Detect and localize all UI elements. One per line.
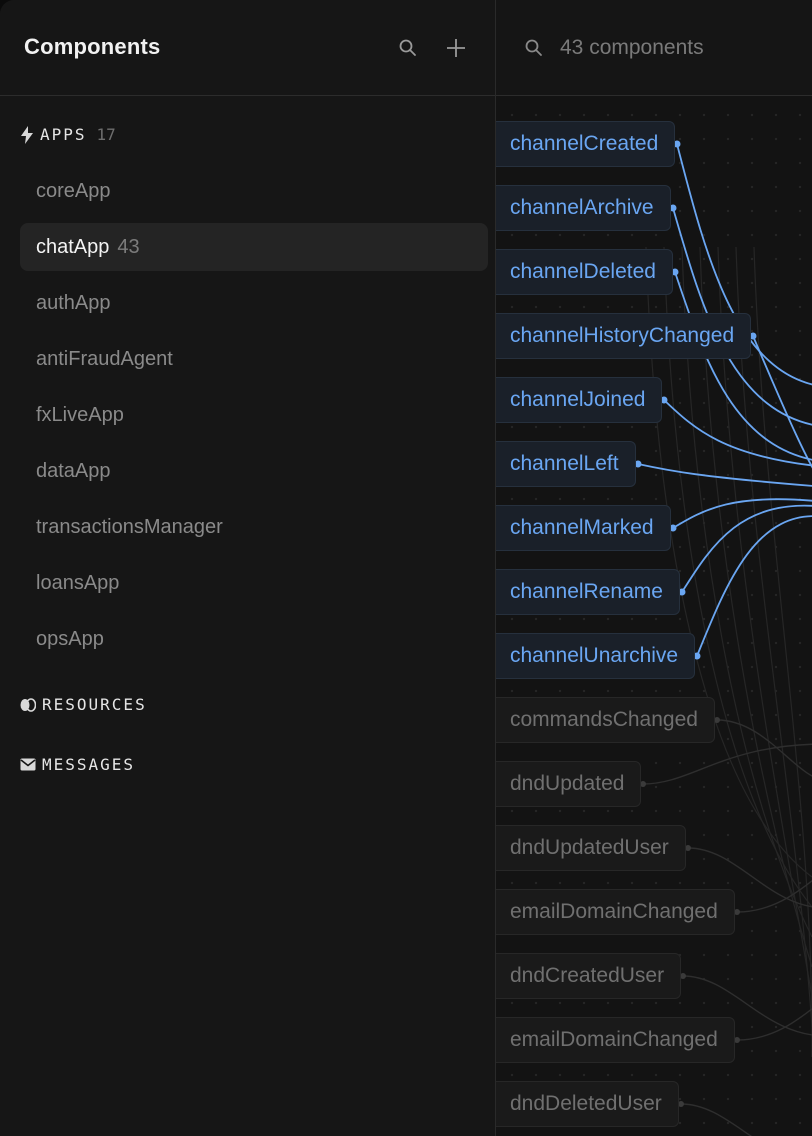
component-node[interactable]: channelMarked bbox=[496, 505, 671, 551]
app-item-dataApp[interactable]: dataApp bbox=[20, 447, 488, 495]
app-item-label: opsApp bbox=[36, 627, 104, 650]
app-item-opsApp[interactable]: opsApp bbox=[20, 615, 488, 663]
app-item-label: coreApp bbox=[36, 179, 111, 202]
search-button[interactable] bbox=[394, 34, 422, 62]
mail-icon bbox=[20, 758, 36, 771]
app-item-chatApp[interactable]: chatApp 43 bbox=[20, 223, 488, 271]
app-item-authApp[interactable]: authApp bbox=[20, 279, 488, 327]
component-node[interactable]: dndUpdated bbox=[496, 761, 642, 807]
component-node[interactable]: channelArchive bbox=[496, 185, 671, 231]
component-node[interactable]: channelHistoryChanged bbox=[496, 313, 752, 359]
background-wire bbox=[753, 246, 812, 1057]
main-header: 43 components bbox=[496, 0, 812, 96]
add-button[interactable] bbox=[442, 34, 470, 62]
app-item-label: dataApp bbox=[36, 459, 111, 482]
component-node[interactable]: dndUpdatedUser bbox=[496, 825, 686, 871]
component-node[interactable]: emailDomainChanged bbox=[496, 1017, 735, 1063]
component-node[interactable]: channelLeft bbox=[496, 441, 636, 487]
sidebar: Components APPS 17 coreApp chatApp 43 au… bbox=[0, 0, 496, 1136]
search-icon bbox=[399, 39, 416, 56]
connector-dot bbox=[734, 1037, 740, 1043]
resources-section-header[interactable]: RESOURCES bbox=[20, 695, 147, 714]
app-item-count: 43 bbox=[117, 235, 140, 258]
active-wire bbox=[696, 515, 812, 657]
active-wire bbox=[672, 498, 812, 529]
components-search[interactable]: 43 components bbox=[524, 36, 704, 60]
inactive-wire bbox=[680, 1103, 753, 1136]
app-item-label: authApp bbox=[36, 291, 111, 314]
component-node[interactable]: channelUnarchive bbox=[496, 633, 696, 679]
app-item-label: chatApp bbox=[36, 235, 110, 258]
sidebar-title: Components bbox=[24, 34, 161, 59]
background-wire bbox=[717, 246, 812, 998]
component-node[interactable]: channelRename bbox=[496, 569, 680, 615]
connector-dot bbox=[734, 909, 740, 915]
bolt-icon bbox=[21, 125, 33, 144]
app-item-antiFraudAgent[interactable]: antiFraudAgent bbox=[20, 335, 488, 383]
app-item-fxLiveApp[interactable]: fxLiveApp bbox=[20, 391, 488, 439]
app-item-label: transactionsManager bbox=[36, 515, 223, 538]
messages-section-header[interactable]: MESSAGES bbox=[20, 755, 135, 774]
app-item-label: antiFraudAgent bbox=[36, 347, 173, 370]
database-icon bbox=[20, 697, 36, 712]
component-node[interactable]: dndCreatedUser bbox=[496, 953, 682, 999]
active-wire bbox=[663, 399, 812, 467]
component-node[interactable]: commandsChanged bbox=[496, 697, 715, 743]
app-item-loansApp[interactable]: loansApp bbox=[20, 559, 488, 607]
inactive-wire bbox=[736, 1007, 812, 1041]
component-node[interactable]: emailDomainChanged bbox=[496, 889, 735, 935]
components-count-text: 43 components bbox=[560, 36, 704, 59]
app-item-transactionsManager[interactable]: transactionsManager bbox=[20, 503, 488, 551]
app-item-coreApp[interactable]: coreApp bbox=[20, 167, 488, 215]
plus-icon bbox=[447, 39, 465, 57]
connector-dot bbox=[685, 845, 691, 851]
messages-section-label: MESSAGES bbox=[42, 755, 136, 774]
component-node[interactable]: channelJoined bbox=[496, 377, 663, 423]
search-icon bbox=[525, 39, 542, 56]
main-panel: 43 components channelCreated channelArchi… bbox=[496, 0, 812, 1136]
connector-dot bbox=[678, 1101, 684, 1107]
inactive-wire bbox=[642, 743, 812, 785]
components-window: Components APPS 17 coreApp chatApp 43 au… bbox=[0, 0, 812, 1136]
app-item-label: fxLiveApp bbox=[36, 403, 124, 426]
component-graph-canvas[interactable]: channelCreated channelArchive channelDelet… bbox=[496, 97, 812, 1136]
apps-section-label: APPS bbox=[40, 125, 87, 144]
resources-section-label: RESOURCES bbox=[42, 695, 147, 714]
app-item-label: loansApp bbox=[36, 571, 120, 594]
component-node[interactable]: channelCreated bbox=[496, 121, 676, 167]
component-node[interactable]: channelDeleted bbox=[496, 249, 673, 295]
active-wire bbox=[674, 271, 812, 461]
apps-section-count: 17 bbox=[96, 125, 116, 144]
apps-section-header[interactable]: APPS 17 bbox=[20, 125, 116, 144]
component-node[interactable]: dndDeletedUser bbox=[496, 1081, 679, 1127]
sidebar-header: Components bbox=[0, 0, 495, 96]
